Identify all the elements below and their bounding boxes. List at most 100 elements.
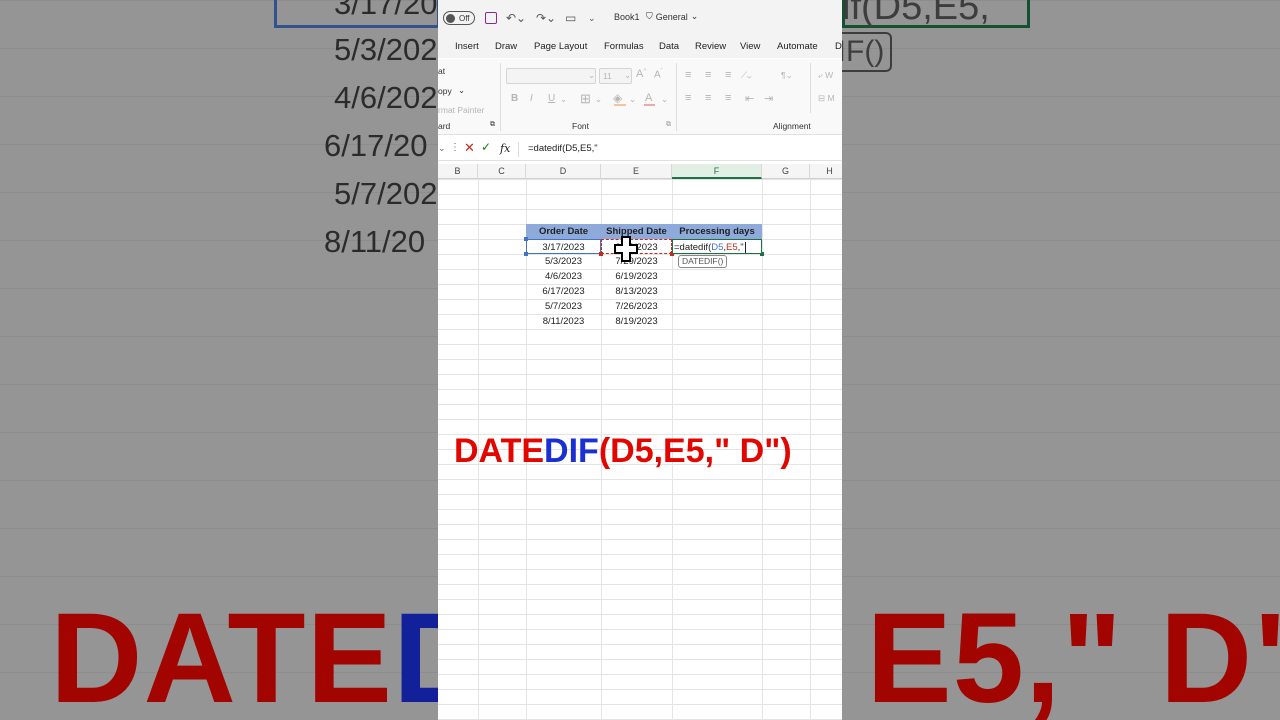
grid-line bbox=[438, 614, 842, 615]
rtl-icon[interactable]: ¶⌄ bbox=[781, 70, 793, 81]
column-header-e[interactable]: E bbox=[601, 164, 672, 179]
tab-insert[interactable]: Insert bbox=[455, 41, 479, 52]
selection-handle[interactable] bbox=[599, 252, 603, 256]
grow-font-icon[interactable]: A^ bbox=[636, 68, 646, 80]
insert-function-icon[interactable]: fx bbox=[500, 142, 510, 155]
italic-button[interactable]: I bbox=[530, 93, 533, 104]
selection-handle[interactable] bbox=[524, 252, 528, 256]
column-header-d[interactable]: D bbox=[526, 164, 601, 179]
fill-color-icon[interactable]: ◈ bbox=[613, 91, 622, 105]
order-date-cell[interactable]: 4/6/2023 bbox=[526, 269, 601, 284]
autosave-toggle[interactable]: Off bbox=[443, 11, 475, 25]
copy-button[interactable]: opy bbox=[438, 86, 452, 96]
align-top-icon[interactable]: ≡ bbox=[685, 69, 691, 81]
align-middle-icon[interactable]: ≡ bbox=[705, 69, 711, 81]
shipped-date-cell[interactable]: 7/26/2023 bbox=[601, 299, 672, 314]
tab-more[interactable]: D bbox=[835, 41, 842, 52]
column-header-b[interactable]: B bbox=[438, 164, 478, 179]
editing-cell-f5[interactable]: =datedif(D5,E5," bbox=[672, 239, 762, 254]
font-size-value: 11 bbox=[603, 71, 612, 81]
grid-line bbox=[438, 659, 842, 660]
shipped-date-cell[interactable]: 6/19/2023 bbox=[601, 269, 672, 284]
merge-button[interactable]: ⊟ M bbox=[818, 93, 835, 104]
formula-input[interactable]: =datedif(D5,E5," bbox=[528, 143, 598, 154]
grid-line bbox=[438, 209, 842, 210]
font-name-combo[interactable] bbox=[506, 68, 596, 84]
orientation-icon[interactable]: ⟋⌄ bbox=[741, 70, 752, 81]
sensitivity-label[interactable]: ⛉ General ⌄ bbox=[646, 11, 698, 22]
column-header-f[interactable]: F bbox=[672, 164, 762, 179]
order-date-cell[interactable]: 6/17/2023 bbox=[526, 284, 601, 299]
wrap-text-button[interactable]: ⤶ W bbox=[818, 70, 833, 81]
header-order-date[interactable]: Order Date bbox=[526, 224, 601, 239]
undo-icon[interactable]: ↶⌄ bbox=[506, 11, 526, 25]
shield-icon: ⛉ bbox=[646, 11, 653, 21]
underline-button[interactable]: U bbox=[548, 93, 555, 104]
ribbon-tabs: Insert Draw Page Layout Formulas Data Re… bbox=[438, 36, 842, 58]
shipped-date-cell[interactable]: 8/13/2023 bbox=[601, 284, 672, 299]
grid-line bbox=[438, 419, 842, 420]
save-icon[interactable] bbox=[485, 12, 497, 24]
format-button[interactable]: at bbox=[438, 66, 445, 76]
grid-line bbox=[438, 179, 842, 180]
customize-toolbar-icon[interactable]: ⌄ bbox=[588, 11, 596, 25]
tab-view[interactable]: View bbox=[740, 41, 760, 52]
enter-icon[interactable]: ✓ bbox=[481, 140, 491, 154]
font-color-icon[interactable]: A bbox=[645, 92, 652, 104]
chevron-down-icon: ⌄ bbox=[588, 70, 596, 80]
column-header-h[interactable]: H bbox=[810, 164, 842, 179]
chevron-down-icon: ⌄ bbox=[624, 70, 632, 80]
grid-line bbox=[438, 629, 842, 630]
order-date-cell[interactable]: 8/11/2023 bbox=[526, 314, 601, 329]
header-processing-days[interactable]: Processing days bbox=[672, 224, 762, 239]
cancel-icon[interactable]: ✕ bbox=[464, 140, 475, 156]
column-header-g[interactable]: G bbox=[762, 164, 810, 179]
order-date-cell[interactable]: 3/17/2023 bbox=[526, 239, 601, 254]
chevron-down-icon: ⌄ bbox=[661, 94, 669, 104]
touch-mode-icon[interactable]: ▭ bbox=[565, 11, 576, 25]
tab-automate[interactable]: Automate bbox=[777, 41, 818, 52]
workbook-name[interactable]: Book1 bbox=[614, 12, 640, 22]
decrease-indent-icon[interactable]: ⇤ bbox=[745, 92, 754, 105]
tab-review[interactable]: Review bbox=[695, 41, 726, 52]
shipped-date-cell[interactable]: 8/19/2023 bbox=[601, 314, 672, 329]
name-box-dropdown-icon[interactable]: ⌄ bbox=[438, 143, 446, 154]
align-left-icon[interactable]: ≡ bbox=[685, 92, 691, 104]
font-launcher-icon[interactable]: ⧉ bbox=[666, 121, 671, 129]
align-bottom-icon[interactable]: ≡ bbox=[725, 69, 731, 81]
tab-page-layout[interactable]: Page Layout bbox=[534, 41, 587, 52]
grid-line bbox=[438, 569, 842, 570]
ribbon: at opy ⌄ rmat Painter ard ⧉ ⌄ 11 ⌄ A^ Aˇ… bbox=[438, 59, 842, 135]
grid-line bbox=[438, 539, 842, 540]
shrink-font-icon[interactable]: Aˇ bbox=[654, 69, 663, 80]
redo-icon[interactable]: ↷⌄ bbox=[536, 11, 556, 25]
align-center-icon[interactable]: ≡ bbox=[705, 92, 711, 104]
excel-window: Off ↶⌄ ↷⌄ ▭ ⌄ Book1 ⛉ General ⌄ Insert D… bbox=[438, 0, 842, 720]
grid-line bbox=[438, 194, 842, 195]
format-painter-button[interactable]: rmat Painter bbox=[438, 105, 484, 115]
borders-icon[interactable]: ⊞ bbox=[580, 91, 591, 107]
order-date-cell[interactable]: 5/7/2023 bbox=[526, 299, 601, 314]
grid-line bbox=[438, 509, 842, 510]
text-caret bbox=[744, 241, 746, 253]
tab-formulas[interactable]: Formulas bbox=[604, 41, 644, 52]
selection-handle[interactable] bbox=[524, 237, 528, 241]
tab-draw[interactable]: Draw bbox=[495, 41, 517, 52]
function-tooltip[interactable]: DATEDIF() bbox=[678, 255, 728, 268]
clipboard-launcher-icon[interactable]: ⧉ bbox=[490, 121, 495, 129]
bold-button[interactable]: B bbox=[511, 93, 518, 104]
order-date-cell[interactable]: 5/3/2023 bbox=[526, 254, 601, 269]
alignment-group-label: Alignment bbox=[773, 121, 811, 131]
align-right-icon[interactable]: ≡ bbox=[725, 92, 731, 104]
fill-color-swatch bbox=[614, 104, 626, 106]
column-header-c[interactable]: C bbox=[478, 164, 526, 179]
formula-bar-separator bbox=[518, 142, 519, 157]
grid-line bbox=[438, 404, 842, 405]
tab-data[interactable]: Data bbox=[659, 41, 679, 52]
more-options-icon[interactable]: ⋮ bbox=[450, 142, 460, 153]
grid-line bbox=[438, 374, 842, 375]
grid-line bbox=[438, 674, 842, 675]
copy-dropdown-icon[interactable]: ⌄ bbox=[458, 85, 465, 96]
increase-indent-icon[interactable]: ⇥ bbox=[764, 92, 773, 105]
chevron-down-icon: ⌄ bbox=[595, 94, 603, 104]
